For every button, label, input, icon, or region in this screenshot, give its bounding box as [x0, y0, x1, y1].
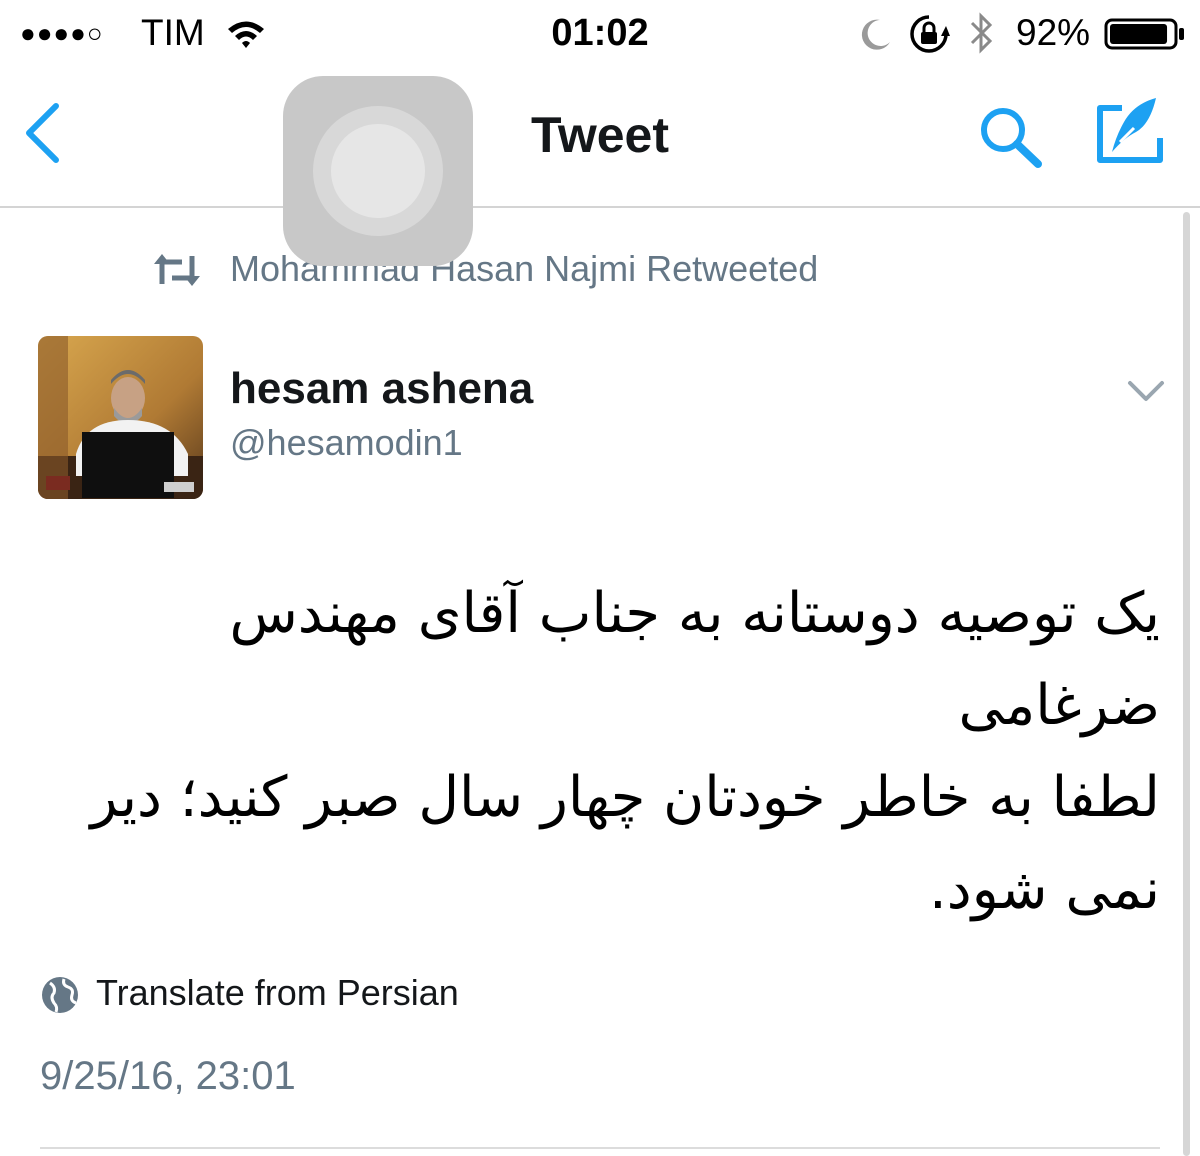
- navigation-bar: Tweet: [0, 68, 1200, 266]
- compose-icon[interactable]: [1094, 94, 1166, 166]
- tweet-text: یک توصیه دوستانه به جناب آقای مهندس ضرغا…: [90, 581, 1160, 922]
- avatar-image: [38, 336, 203, 499]
- author-handle[interactable]: @hesamodin1: [230, 422, 463, 464]
- tweet-timestamp: 9/25/16, 23:01: [40, 1054, 296, 1098]
- battery-icon: [1104, 18, 1184, 50]
- scrollbar[interactable]: [1183, 212, 1190, 1156]
- divider: [40, 1147, 1160, 1149]
- avatar[interactable]: [38, 336, 203, 499]
- lock-rotation-icon: [910, 15, 950, 53]
- search-icon[interactable]: [976, 104, 1046, 168]
- retweet-icon: [154, 254, 200, 286]
- assistive-touch-core: [331, 124, 425, 218]
- moon-icon: [861, 19, 890, 50]
- translate-link[interactable]: Translate from Persian: [96, 972, 459, 1014]
- globe-icon: [42, 977, 78, 1013]
- status-bar: ●●●●○ TIM 01:02 92%: [0, 0, 1200, 68]
- battery-percent: 92%: [1016, 12, 1091, 53]
- chevron-down-icon[interactable]: [1126, 378, 1166, 404]
- author-name[interactable]: hesam ashena: [230, 364, 533, 414]
- assistive-touch-button[interactable]: [283, 76, 473, 266]
- bluetooth-icon: [970, 12, 993, 54]
